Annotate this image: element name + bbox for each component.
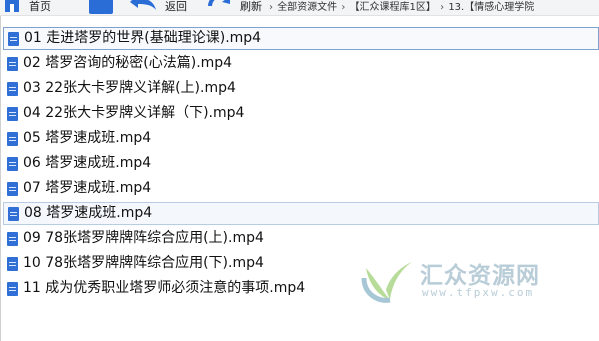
document-icon — [7, 181, 18, 196]
breadcrumb-item[interactable]: 13.【情感心理学院 — [448, 2, 534, 13]
home-label: 首页 — [29, 0, 51, 13]
file-row[interactable]: 09 78张塔罗牌牌阵综合应用(上).mp4 — [3, 227, 599, 250]
document-icon — [7, 256, 18, 271]
leaf-logo-icon — [361, 262, 412, 303]
file-row[interactable]: 08 塔罗速成班.mp4 — [3, 202, 599, 225]
file-row[interactable]: 04 22张大卡罗牌义详解（下).mp4 — [3, 102, 599, 125]
watermark: 汇众资源网 www.tfpxw.com — [360, 254, 560, 304]
file-name: 09 78张塔罗牌牌阵综合应用(上).mp4 — [23, 230, 264, 246]
file-name: 01 走进塔罗的世界(基础理论课).mp4 — [24, 30, 262, 46]
file-row[interactable]: 06 塔罗速成班.mp4 — [3, 152, 599, 175]
breadcrumb-item[interactable]: 全部资源文件 — [277, 2, 337, 13]
file-name: 04 22张大卡罗牌义详解（下).mp4 — [23, 105, 245, 121]
watermark-title: 汇众资源网 — [420, 263, 540, 289]
file-name: 05 塔罗速成班.mp4 — [23, 130, 152, 146]
file-name: 11 成为优秀职业塔罗师必须注意的事项.mp4 — [23, 280, 306, 296]
breadcrumb-separator: › — [341, 2, 346, 13]
file-row[interactable]: 05 塔罗速成班.mp4 — [3, 127, 599, 150]
document-icon — [8, 31, 19, 46]
toolbar: 首页 返回 刷新 › 全部资源文件 › 【汇众课程库1区】 › 13.【情感心理… — [0, 0, 599, 16]
refresh-icon — [208, 0, 230, 7]
document-icon — [7, 106, 18, 121]
file-row[interactable]: 01 走进塔罗的世界(基础理论课).mp4 — [3, 27, 599, 50]
file-name: 06 塔罗速成班.mp4 — [23, 155, 152, 171]
document-icon — [7, 281, 18, 296]
pane-border — [0, 16, 1, 341]
file-row[interactable]: 02 塔罗咨询的秘密(心法篇).mp4 — [3, 52, 599, 75]
folder-icon — [89, 0, 113, 14]
back-label: 返回 — [165, 0, 187, 13]
document-icon — [7, 231, 18, 246]
file-name: 07 塔罗速成班.mp4 — [23, 180, 152, 196]
file-name: 03 22张大卡罗牌义详解(上).mp4 — [23, 80, 236, 96]
breadcrumb-separator: › — [269, 2, 273, 13]
document-icon — [7, 56, 18, 71]
breadcrumb-item[interactable]: 【汇众课程库1区】 — [350, 2, 436, 13]
document-icon — [7, 81, 18, 96]
file-name: 08 塔罗速成班.mp4 — [24, 205, 153, 221]
file-name: 02 塔罗咨询的秘密(心法篇).mp4 — [23, 55, 233, 71]
document-icon — [7, 131, 18, 146]
document-icon — [7, 156, 18, 171]
breadcrumb: › 全部资源文件 › 【汇众课程库1区】 › 13.【情感心理学院 — [268, 0, 534, 13]
breadcrumb-separator: › — [440, 2, 445, 13]
home-icon — [5, 0, 19, 12]
file-row[interactable]: 07 塔罗速成班.mp4 — [3, 177, 599, 200]
back-arrow-icon — [130, 0, 156, 10]
refresh-label: 刷新 — [240, 0, 262, 13]
watermark-url: www.tfpxw.com — [422, 286, 535, 299]
document-icon — [8, 206, 19, 221]
file-name: 10 78张塔罗牌牌阵综合应用(下).mp4 — [23, 255, 264, 271]
file-row[interactable]: 03 22张大卡罗牌义详解(上).mp4 — [3, 77, 599, 100]
